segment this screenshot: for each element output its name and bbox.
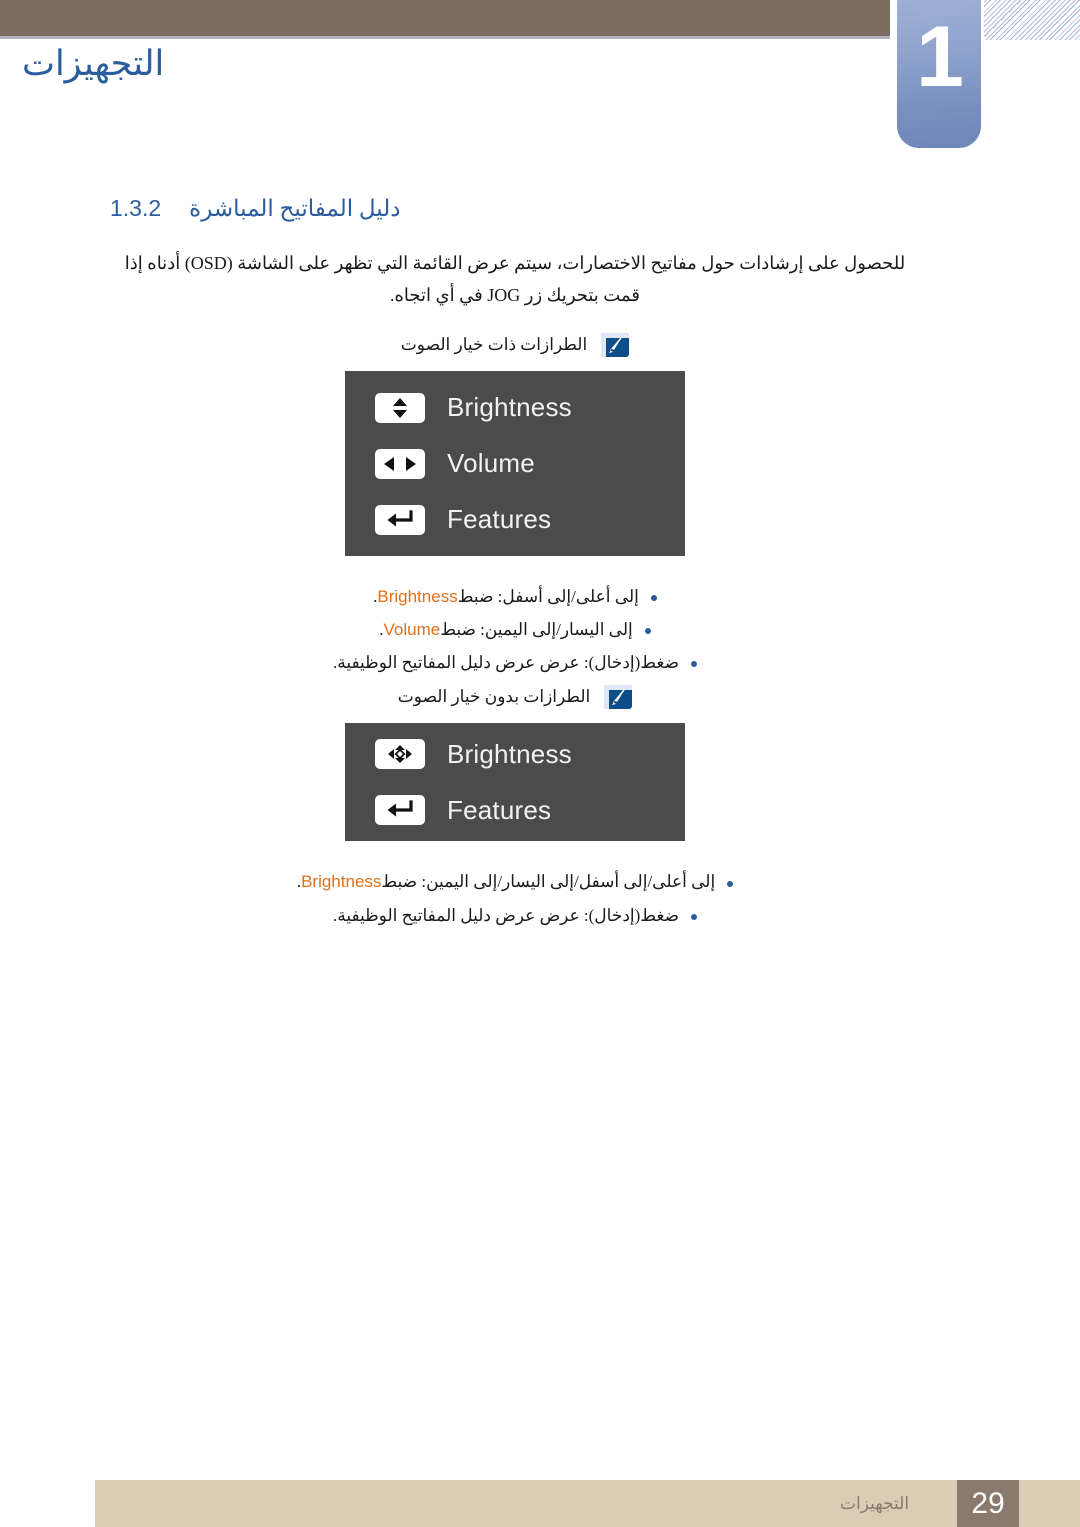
- osd-row-features: Features: [345, 782, 685, 838]
- list-item: إلى أعلى/إلى أسفل: ضبطBrightness.: [110, 580, 920, 613]
- left-right-arrows-icon: [375, 448, 425, 479]
- osd-label-features: Features: [447, 504, 552, 534]
- list-item: ضغط(إدخال): عرض عرض دليل المفاتيح الوظيف…: [110, 646, 920, 679]
- enter-return-icon: [375, 795, 425, 826]
- note-text: الطرازات ذات خيار الصوت: [400, 335, 588, 354]
- note-models-with-sound: الطرازات ذات خيار الصوت: [110, 333, 920, 357]
- header-brown-bar: [0, 0, 890, 36]
- footer-page-number: 29: [957, 1480, 1019, 1527]
- page-content: دليل المفاتيح المباشرة 1.3.2 للحصول على …: [110, 195, 920, 938]
- bullet-text: ضغط(إدخال): عرض عرض دليل المفاتيح الوظيف…: [332, 653, 680, 673]
- footer-chapter-label: التجهيزات: [840, 1493, 910, 1513]
- osd-label-volume: Volume: [447, 448, 535, 478]
- bullet-dot-icon: [691, 661, 698, 668]
- bullet-dot-icon: [691, 913, 698, 920]
- osd-row-brightness: Brightness: [345, 726, 685, 782]
- bullet-list-with-sound: إلى أعلى/إلى أسفل: ضبطBrightness. إلى ال…: [110, 580, 920, 679]
- note-text: الطرازات بدون خيار الصوت: [397, 687, 591, 707]
- page-footer: التجهيزات 29: [95, 1480, 1080, 1527]
- chapter-title-wrap: التجهيزات: [0, 44, 885, 84]
- bullet-text: إلى اليسار/إلى اليمين: ضبط: [440, 620, 633, 640]
- bullet-list-without-sound: إلى أعلى/إلى أسفل/إلى اليسار/إلى اليمين:…: [110, 865, 920, 931]
- list-item: ضغط(إدخال): عرض عرض دليل المفاتيح الوظيف…: [110, 899, 920, 932]
- osd-row-brightness: Brightness: [345, 380, 685, 436]
- note-hand-icon: [604, 685, 633, 710]
- page-header: 1 التجهيزات: [0, 0, 1080, 160]
- note-hand-icon: [601, 333, 630, 357]
- bullet-dot-icon: [650, 595, 657, 602]
- bullet-text: ضغط(إدخال): عرض عرض دليل المفاتيح الوظيف…: [332, 905, 680, 925]
- bullet-text: إلى أعلى/إلى أسفل: ضبط: [457, 587, 639, 606]
- diagonal-stripes-decoration: [984, 0, 1080, 40]
- section-title: دليل المفاتيح المباشرة: [189, 196, 401, 221]
- header-bar-shadow: [0, 36, 890, 39]
- osd-label-brightness: Brightness: [447, 392, 572, 422]
- chapter-title: التجهيزات: [22, 44, 165, 83]
- bullet-en-term: Brightness: [301, 872, 382, 892]
- osd-label-brightness: Brightness: [447, 738, 572, 769]
- four-way-arrows-icon: [375, 739, 425, 770]
- chapter-badge: 1: [897, 0, 981, 148]
- osd-panel-with-sound: Brightness Volume Features: [345, 371, 685, 556]
- bullet-text: إلى أعلى/إلى أسفل/إلى اليسار/إلى اليمين:…: [381, 872, 716, 892]
- up-down-arrows-icon: [375, 392, 425, 423]
- bullet-en-term: Volume: [383, 620, 441, 640]
- osd-row-volume: Volume: [345, 436, 685, 492]
- list-item: إلى اليسار/إلى اليمين: ضبطVolume.: [110, 613, 920, 646]
- osd-label-features: Features: [447, 794, 552, 825]
- bullet-en-term: Brightness: [377, 587, 458, 606]
- enter-return-icon: [375, 504, 425, 535]
- list-item: إلى أعلى/إلى أسفل/إلى اليسار/إلى اليمين:…: [110, 865, 920, 898]
- note-models-without-sound: الطرازات بدون خيار الصوت: [110, 685, 920, 710]
- bullet-dot-icon: [644, 628, 651, 635]
- section-number: 1.3.2: [110, 195, 162, 221]
- bullet-dot-icon: [727, 880, 734, 887]
- osd-panel-without-sound: Brightness Features: [345, 723, 685, 842]
- intro-paragraph: للحصول على إرشادات حول مفاتيح الاختصارات…: [124, 253, 906, 305]
- chapter-number: 1: [916, 9, 964, 105]
- section-heading: دليل المفاتيح المباشرة 1.3.2: [110, 195, 920, 222]
- osd-row-features: Features: [345, 492, 685, 548]
